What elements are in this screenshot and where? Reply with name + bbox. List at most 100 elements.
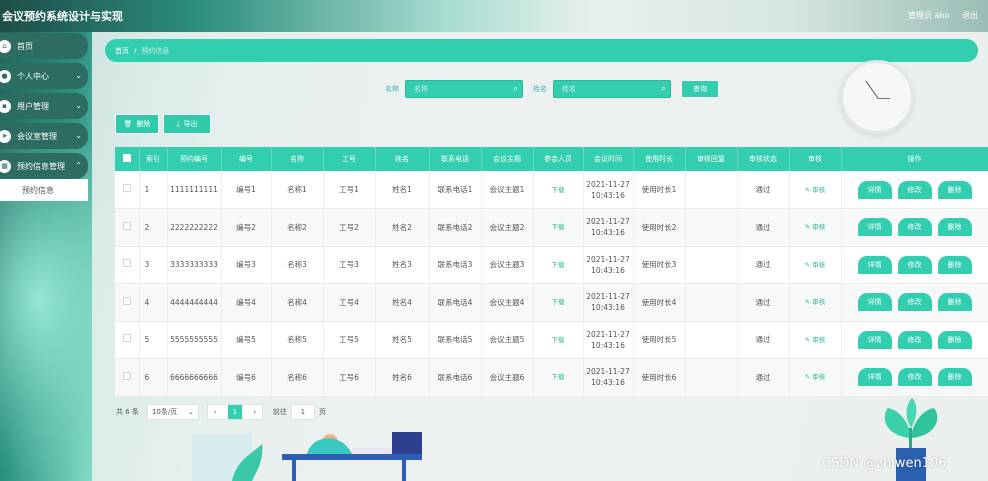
page-nav: ‹ 1 ›	[206, 404, 263, 420]
total-count: 共 6 条	[116, 408, 139, 416]
detail-button[interactable]: 详情	[856, 329, 893, 350]
cell-code: 编号2	[221, 208, 272, 247]
chevron-down-icon: ⌄	[75, 101, 82, 110]
chevron-down-icon: ⌄	[75, 71, 82, 80]
toolbar: 🗑 删除 ⤓ 导出	[115, 114, 215, 134]
cell-reply	[685, 171, 738, 209]
cell-status: 通过	[737, 208, 790, 247]
current-page[interactable]: 1	[227, 405, 242, 419]
user-label: 管理员 abo	[908, 11, 950, 20]
name-placeholder: 名称	[414, 85, 428, 93]
person-search-input[interactable]: 姓名 ⌕	[553, 80, 671, 98]
export-button[interactable]: ⤓ 导出	[163, 114, 211, 134]
app-title: 会议预约系统设计与实现	[2, 10, 123, 23]
delete-row-button[interactable]: 删除	[936, 367, 973, 388]
edit-button[interactable]: 修改	[896, 254, 933, 275]
col-header: 会议时间	[583, 147, 634, 171]
audit-link[interactable]: ✎ 审核	[805, 336, 826, 344]
pagination: 共 6 条 10条/页 ⌄ ‹ 1 › 前往 1 页	[116, 404, 326, 420]
cell-reply	[685, 321, 738, 359]
cell-attendees: 下载	[533, 208, 584, 247]
audit-link[interactable]: ✎ 审核	[805, 298, 826, 306]
cell-audit: ✎ 审核	[789, 283, 842, 322]
detail-button[interactable]: 详情	[856, 254, 893, 275]
cell-phone: 联系电话6	[429, 358, 482, 397]
page-size-select[interactable]: 10条/页 ⌄	[146, 404, 199, 420]
search-row: 名称 名称 ⌕ 姓名 姓名 ⌕ 查询	[385, 80, 719, 98]
next-page-button[interactable]: ›	[253, 408, 256, 416]
sidebar-item-rooms[interactable]: ➤ 会议室管理 ⌄	[0, 123, 88, 149]
row-checkbox[interactable]	[115, 321, 140, 359]
detail-button[interactable]: 详情	[856, 217, 893, 238]
row-checkbox[interactable]	[115, 283, 140, 322]
clock-illustration	[840, 60, 914, 134]
cell-person: 姓名3	[375, 246, 430, 284]
edit-button[interactable]: 修改	[896, 217, 933, 238]
search-icon: ⌕	[513, 84, 518, 93]
trash-icon: 🗑	[123, 120, 133, 128]
main-panel: 首页 / 预约信息 名称 名称 ⌕ 姓名 姓名 ⌕ 查询 🗑 删除 ⤓ 导出 索…	[92, 32, 988, 481]
row-checkbox[interactable]	[115, 208, 140, 247]
cell-duration: 使用时长5	[633, 321, 686, 359]
chevron-up-icon: ⌃	[75, 161, 82, 170]
sidebar-item-users[interactable]: ▪ 用户管理 ⌄	[0, 93, 88, 119]
download-link[interactable]: 下载	[552, 373, 565, 381]
cell-index: 2	[139, 208, 168, 247]
edit-button[interactable]: 修改	[896, 292, 933, 313]
cell-time: 2021-11-27 10:43:16	[583, 208, 634, 247]
cell-code: 编号4	[221, 283, 272, 322]
download-link[interactable]: 下载	[552, 186, 565, 194]
cell-attendees: 下载	[533, 358, 584, 397]
prev-page-button[interactable]: ‹	[214, 408, 217, 416]
edit-button[interactable]: 修改	[896, 367, 933, 388]
sidebar-item-bookings[interactable]: ▦ 预约信息管理 ⌃	[0, 153, 88, 179]
download-link[interactable]: 下载	[552, 261, 565, 269]
cell-name: 名称6	[271, 358, 324, 397]
cell-code: 编号5	[221, 321, 272, 359]
breadcrumb-home[interactable]: 首页	[115, 46, 129, 56]
query-button[interactable]: 查询	[681, 80, 719, 98]
audit-link[interactable]: ✎ 审核	[805, 186, 826, 194]
cell-actions: 详情 修改 删除	[841, 321, 988, 359]
select-all-checkbox[interactable]	[115, 147, 140, 171]
cell-audit: ✎ 审核	[789, 358, 842, 397]
col-header: 联系电话	[429, 147, 482, 171]
sidebar-item-home[interactable]: ⌂ 首页	[0, 33, 88, 59]
sidebar-item-profile[interactable]: ● 个人中心 ⌄	[0, 63, 88, 89]
detail-button[interactable]: 详情	[856, 179, 893, 200]
edit-button[interactable]: 修改	[896, 329, 933, 350]
row-checkbox[interactable]	[115, 171, 140, 209]
download-link[interactable]: 下载	[552, 336, 565, 344]
cell-actions: 详情 修改 删除	[841, 358, 988, 397]
row-checkbox[interactable]	[115, 358, 140, 397]
logout-link[interactable]: 退出	[962, 11, 978, 20]
sidebar-item-label: 会议室管理	[17, 131, 57, 141]
cell-name: 名称1	[271, 171, 324, 209]
name-search-input[interactable]: 名称 ⌕	[405, 80, 523, 98]
sidebar-subitem-booking-info[interactable]: 预约信息	[0, 179, 88, 201]
audit-link[interactable]: ✎ 审核	[805, 373, 826, 381]
cell-name: 名称4	[271, 283, 324, 322]
cell-attendees: 下载	[533, 246, 584, 284]
delete-button[interactable]: 🗑 删除	[115, 114, 159, 134]
download-link[interactable]: 下载	[552, 298, 565, 306]
cell-actions: 详情 修改 删除	[841, 246, 988, 284]
delete-row-button[interactable]: 删除	[936, 217, 973, 238]
goto-label: 前往	[272, 408, 287, 416]
table-header-row: 索引 预约编号 编号 名称 工号 姓名 联系电话 会议主题 参会人员 会议时间 …	[115, 147, 988, 171]
person-placeholder: 姓名	[562, 85, 576, 93]
goto-page-input[interactable]: 1	[290, 404, 315, 420]
detail-button[interactable]: 详情	[856, 367, 893, 388]
delete-row-button[interactable]: 删除	[936, 329, 973, 350]
audit-link[interactable]: ✎ 审核	[805, 261, 826, 269]
audit-link[interactable]: ✎ 审核	[805, 223, 826, 231]
delete-row-button[interactable]: 删除	[936, 179, 973, 200]
delete-row-button[interactable]: 删除	[936, 254, 973, 275]
detail-button[interactable]: 详情	[856, 292, 893, 313]
row-checkbox[interactable]	[115, 246, 140, 284]
edit-button[interactable]: 修改	[896, 179, 933, 200]
download-link[interactable]: 下载	[552, 223, 565, 231]
calendar-icon: ▦	[0, 159, 11, 173]
cell-time: 2021-11-27 10:43:16	[583, 283, 634, 322]
delete-row-button[interactable]: 删除	[936, 292, 973, 313]
